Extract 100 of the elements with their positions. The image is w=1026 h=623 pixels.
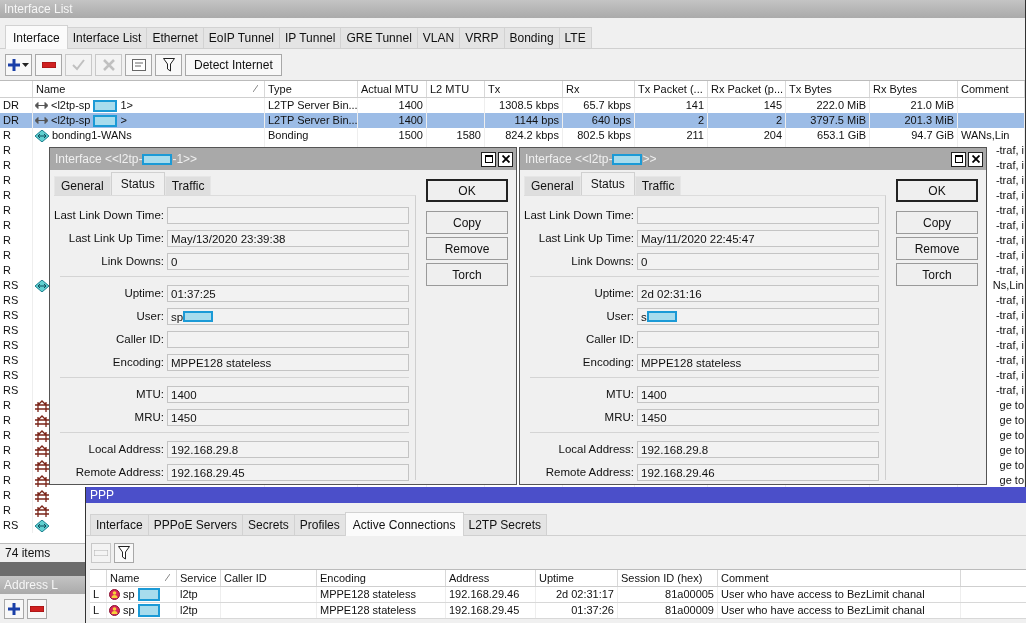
table-cell: -traf, i <box>995 353 1024 368</box>
table-cell: 222.0 MiB <box>816 98 866 113</box>
field-label: Link Downs: <box>570 254 634 269</box>
table-cell: -traf, i <box>995 323 1024 338</box>
table-cell: 2 <box>775 113 782 128</box>
table-cell: 01:37:26 <box>571 603 614 618</box>
table-cell: 824.2 kbps <box>505 128 559 143</box>
table-cell: ge to <box>999 473 1024 488</box>
table-cell: User who have access to BezLimit chanal <box>721 603 925 618</box>
user-name: sp <box>123 587 135 602</box>
field-label: Local Address: <box>87 442 164 457</box>
status-flags: R <box>3 458 11 473</box>
table-cell: WANs,Lin <box>961 128 1010 143</box>
table-cell: Ns,Lin <box>992 278 1024 293</box>
field-label: Last Link Up Time: <box>67 231 164 246</box>
status-flags: R <box>3 473 11 488</box>
table-cell: L2TP Server Bin... <box>268 98 358 113</box>
status-flags: DR <box>3 113 19 128</box>
status-flags: RS <box>3 338 19 353</box>
table-cell: ge to <box>999 413 1024 428</box>
status-flags: R <box>3 218 11 233</box>
field-label: Link Downs: <box>100 254 164 269</box>
table-cell: 81a00009 <box>665 603 714 618</box>
table-cell: 145 <box>763 98 782 113</box>
table-cell: 81a00005 <box>665 587 714 602</box>
status-flags: R <box>3 203 11 218</box>
status-flags: R <box>3 143 11 158</box>
table-cell: Bonding <box>268 128 309 143</box>
table-cell: -traf, i <box>995 143 1024 158</box>
table-cell: L2TP Server Bin... <box>268 113 358 128</box>
table-cell: 653.1 GiB <box>817 128 866 143</box>
status-flags: R <box>3 173 11 188</box>
interface-name: 1> <box>120 98 133 113</box>
field-label: Last Link Down Time: <box>524 208 634 223</box>
status-flags: R <box>3 428 11 443</box>
table-cell: 640 bps <box>591 113 631 128</box>
status-flags: RS <box>3 323 19 338</box>
status-flags: R <box>3 443 11 458</box>
table-cell: l2tp <box>180 603 198 618</box>
table-cell: MPPE128 stateless <box>320 603 416 618</box>
table-cell: l2tp <box>180 587 198 602</box>
field-label: Local Address: <box>557 442 634 457</box>
table-cell: 3797.5 MiB <box>810 113 866 128</box>
status-flags: R <box>3 233 11 248</box>
table-cell: 1400 <box>398 98 423 113</box>
table-cell: -traf, i <box>995 173 1024 188</box>
field-label: Remote Address: <box>74 465 164 480</box>
field-label: Remote Address: <box>544 465 634 480</box>
field-label: Last Link Up Time: <box>537 231 634 246</box>
table-cell: 21.0 MiB <box>910 98 954 113</box>
table-cell: ge to <box>999 428 1024 443</box>
table-cell: 1144 bps <box>514 113 559 128</box>
status-flags: L <box>93 603 100 618</box>
status-flags: RS <box>3 353 19 368</box>
interface-name: > <box>120 113 127 128</box>
table-cell: 2d 02:31:17 <box>555 587 614 602</box>
field-label: MRU: <box>133 410 164 425</box>
table-cell: -traf, i <box>995 233 1024 248</box>
status-text: 74 items <box>5 546 51 560</box>
table-cell: 1580 <box>456 128 481 143</box>
interface-name: bonding1-WANs <box>52 128 132 143</box>
table-cell: -traf, i <box>995 293 1024 308</box>
table-cell: 204 <box>763 128 782 143</box>
field-label: MRU: <box>603 410 634 425</box>
status-flags: R <box>3 398 11 413</box>
table-cell: 201.3 MiB <box>904 113 954 128</box>
field-label: Last Link Down Time: <box>54 208 164 223</box>
status-flags: RS <box>3 293 19 308</box>
table-cell: -traf, i <box>995 338 1024 353</box>
field-label: Encoding: <box>581 355 634 370</box>
table-cell: 1308.5 kbps <box>499 98 559 113</box>
field-label: User: <box>135 309 164 324</box>
table-cell: 1400 <box>398 113 423 128</box>
table-cell: ge to <box>999 398 1024 413</box>
table-cell: -traf, i <box>995 203 1024 218</box>
table-cell: 802.5 kbps <box>577 128 631 143</box>
status-flags: R <box>3 488 11 503</box>
status-flags: R <box>3 158 11 173</box>
window-title: PPP <box>86 487 1026 503</box>
table-cell: -traf, i <box>995 248 1024 263</box>
table-cell: 192.168.29.46 <box>449 587 520 602</box>
field-label: Encoding: <box>111 355 164 370</box>
user-name: sp <box>123 603 135 618</box>
table-cell: 65.7 kbps <box>583 98 631 113</box>
table-cell: MPPE128 stateless <box>320 587 416 602</box>
table-cell: 192.168.29.45 <box>449 603 520 618</box>
status-flags: RS <box>3 308 19 323</box>
table-cell: 1500 <box>398 128 423 143</box>
table-cell: -traf, i <box>995 368 1024 383</box>
interface-name: <l2tp-sp <box>51 113 91 128</box>
status-flags: RS <box>3 278 19 293</box>
table-cell: -traf, i <box>995 218 1024 233</box>
status-flags: R <box>3 128 11 143</box>
table-cell: ge to <box>999 443 1024 458</box>
status-flags: R <box>3 263 11 278</box>
window-title: Interface List <box>0 0 1025 18</box>
table-cell: -traf, i <box>995 383 1024 398</box>
field-label: User: <box>605 309 634 324</box>
table-cell: 2 <box>697 113 704 128</box>
table-cell: 94.7 GiB <box>911 128 954 143</box>
